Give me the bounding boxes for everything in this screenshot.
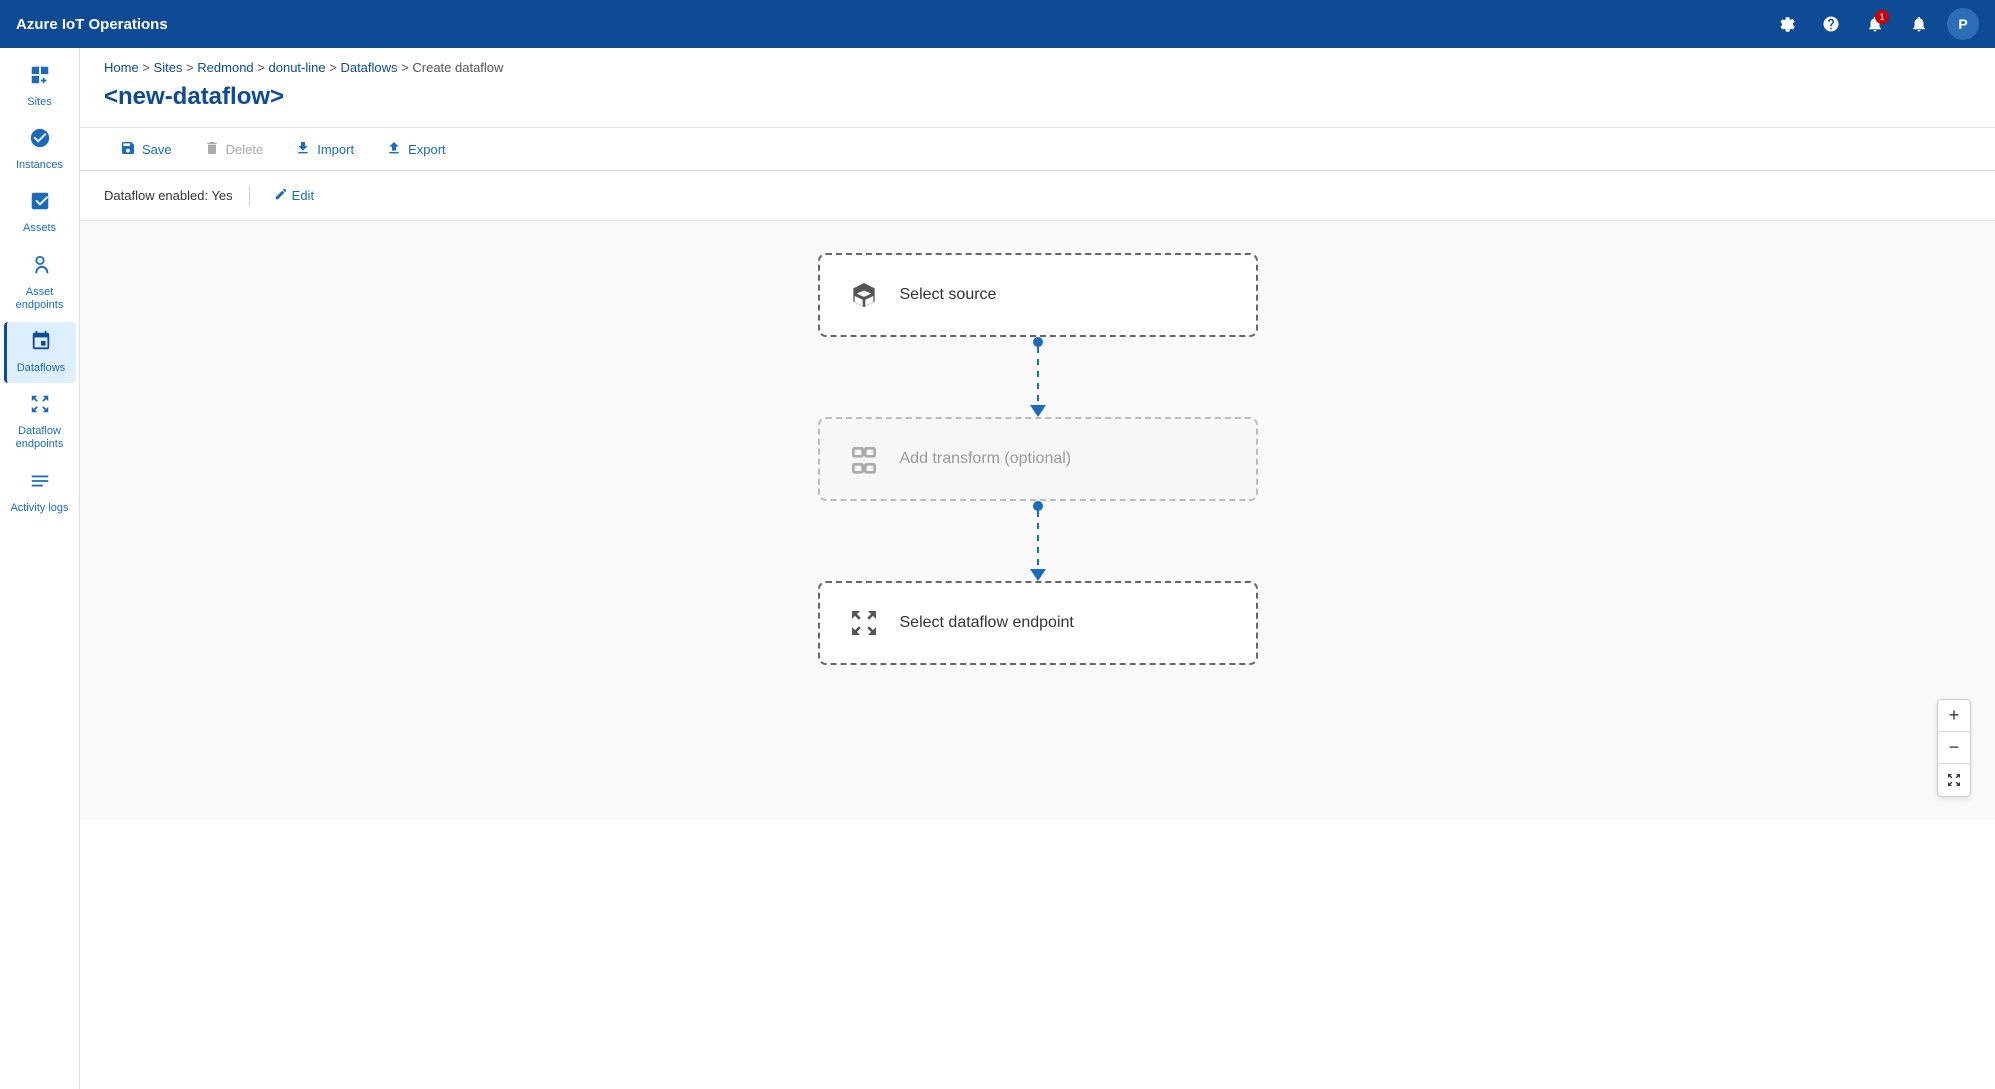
zoom-in-button[interactable]: + bbox=[1938, 700, 1970, 732]
transform-node[interactable]: Add transform (optional) bbox=[818, 417, 1258, 501]
sidebar-item-instances[interactable]: Instances bbox=[4, 119, 76, 180]
breadcrumb-redmond[interactable]: Redmond bbox=[197, 60, 253, 75]
breadcrumb-sep-4: > bbox=[329, 60, 340, 75]
sidebar-item-activity-logs[interactable]: Activity logs bbox=[4, 462, 76, 523]
connector-line-2 bbox=[1037, 511, 1039, 569]
breadcrumb-dataflows[interactable]: Dataflows bbox=[340, 60, 397, 75]
sidebar-item-dataflow-endpoints[interactable]: Dataflow endpoints bbox=[4, 385, 76, 459]
delete-icon bbox=[204, 140, 220, 159]
breadcrumb-donut-line[interactable]: donut-line bbox=[269, 60, 326, 75]
main-content: Home > Sites > Redmond > donut-line > Da… bbox=[80, 48, 1995, 1089]
connector-arrow-2 bbox=[1030, 569, 1046, 581]
toolbar: Save Delete Import bbox=[80, 127, 1995, 171]
asset-endpoints-icon bbox=[29, 254, 51, 282]
notification-badge: 1 bbox=[1875, 10, 1889, 24]
transform-node-icon bbox=[844, 439, 884, 479]
help-icon bbox=[1822, 15, 1840, 33]
info-divider bbox=[249, 186, 250, 206]
breadcrumb-sep-2: > bbox=[186, 60, 197, 75]
sidebar-item-asset-endpoints-label: Asset endpoints bbox=[8, 286, 72, 312]
import-icon bbox=[295, 140, 311, 159]
dataflows-icon bbox=[30, 330, 52, 358]
breadcrumb-sep-3: > bbox=[257, 60, 268, 75]
sidebar-item-activity-logs-label: Activity logs bbox=[10, 502, 68, 515]
zoom-out-button[interactable]: − bbox=[1938, 732, 1970, 764]
instances-icon bbox=[29, 127, 51, 155]
settings-icon bbox=[1778, 15, 1796, 33]
edit-label: Edit bbox=[292, 188, 314, 203]
connector-dot-1 bbox=[1033, 337, 1043, 347]
app-title: Azure IoT Operations bbox=[16, 16, 1763, 33]
export-icon bbox=[386, 140, 402, 159]
breadcrumb-sep-1: > bbox=[142, 60, 153, 75]
notification-icon-button[interactable]: 1 bbox=[1859, 8, 1891, 40]
breadcrumb-sep-5: > bbox=[401, 60, 412, 75]
import-label: Import bbox=[317, 142, 354, 157]
source-node[interactable]: Select source bbox=[818, 253, 1258, 337]
save-icon bbox=[120, 140, 136, 159]
export-label: Export bbox=[408, 142, 446, 157]
breadcrumb: Home > Sites > Redmond > donut-line > Da… bbox=[80, 48, 1995, 79]
sites-icon bbox=[29, 64, 51, 92]
sidebar-item-dataflows-label: Dataflows bbox=[17, 362, 65, 375]
delete-label: Delete bbox=[226, 142, 264, 157]
zoom-controls: + − bbox=[1937, 699, 1971, 797]
edit-icon bbox=[274, 187, 288, 204]
connector-line-1 bbox=[1037, 347, 1039, 405]
connector-arrow-1 bbox=[1030, 405, 1046, 417]
connector-2 bbox=[1030, 501, 1046, 581]
sidebar-item-dataflow-endpoints-label: Dataflow endpoints bbox=[8, 425, 72, 451]
page-title: <new-dataflow> bbox=[80, 79, 1995, 127]
topbar: Azure IoT Operations 1 P bbox=[0, 0, 1995, 48]
endpoint-node[interactable]: Select dataflow endpoint bbox=[818, 581, 1258, 665]
sidebar-item-dataflows[interactable]: Dataflows bbox=[4, 322, 76, 383]
connector-dot-2 bbox=[1033, 501, 1043, 511]
delete-button[interactable]: Delete bbox=[188, 128, 280, 170]
settings-icon-button[interactable] bbox=[1771, 8, 1803, 40]
dataflow-endpoints-icon bbox=[29, 393, 51, 421]
source-node-label: Select source bbox=[900, 286, 997, 304]
source-node-icon bbox=[844, 275, 884, 315]
help-icon-button[interactable] bbox=[1815, 8, 1847, 40]
dataflow-status: Dataflow enabled: Yes bbox=[104, 188, 233, 203]
avatar-button[interactable]: P bbox=[1947, 8, 1979, 40]
breadcrumb-current: Create dataflow bbox=[412, 60, 503, 75]
zoom-fit-button[interactable] bbox=[1938, 764, 1970, 796]
edit-button[interactable]: Edit bbox=[266, 183, 322, 208]
zoom-fit-icon bbox=[1946, 772, 1962, 788]
endpoint-node-label: Select dataflow endpoint bbox=[900, 614, 1074, 632]
assets-icon bbox=[29, 190, 51, 218]
transform-node-label: Add transform (optional) bbox=[900, 450, 1072, 468]
export-button[interactable]: Export bbox=[370, 128, 462, 170]
app-body: Sites Instances Assets Asset endpoints D… bbox=[0, 48, 1995, 1089]
alert-icon bbox=[1910, 15, 1928, 33]
flow-canvas: Select source Add transform (optional) bbox=[80, 221, 1995, 821]
sidebar-item-assets[interactable]: Assets bbox=[4, 182, 76, 243]
sidebar-item-asset-endpoints[interactable]: Asset endpoints bbox=[4, 246, 76, 320]
info-bar: Dataflow enabled: Yes Edit bbox=[80, 171, 1995, 221]
endpoint-node-icon bbox=[844, 603, 884, 643]
topbar-icons: 1 P bbox=[1771, 8, 1979, 40]
content-area: Home > Sites > Redmond > donut-line > Da… bbox=[80, 48, 1995, 1089]
breadcrumb-sites[interactable]: Sites bbox=[154, 60, 183, 75]
sidebar-item-instances-label: Instances bbox=[16, 159, 63, 172]
connector-1 bbox=[1030, 337, 1046, 417]
alert-icon-button[interactable] bbox=[1903, 8, 1935, 40]
activity-logs-icon bbox=[29, 470, 51, 498]
save-label: Save bbox=[142, 142, 172, 157]
sidebar: Sites Instances Assets Asset endpoints D… bbox=[0, 48, 80, 1089]
save-button[interactable]: Save bbox=[104, 128, 188, 170]
sidebar-item-assets-label: Assets bbox=[23, 222, 56, 235]
sidebar-item-sites[interactable]: Sites bbox=[4, 56, 76, 117]
sidebar-item-sites-label: Sites bbox=[27, 96, 51, 109]
import-button[interactable]: Import bbox=[279, 128, 370, 170]
breadcrumb-home[interactable]: Home bbox=[104, 60, 139, 75]
